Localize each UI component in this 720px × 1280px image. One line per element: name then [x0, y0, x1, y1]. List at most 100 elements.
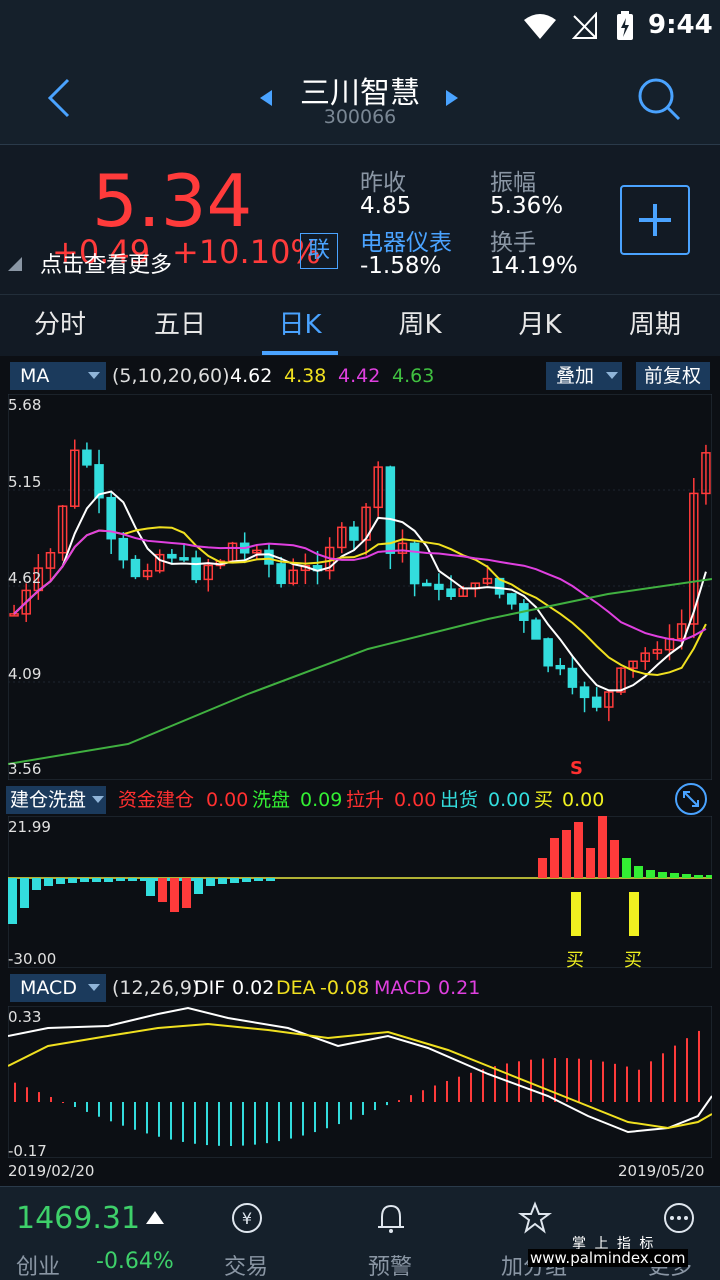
capital-selector[interactable]: 建仓洗盘 — [6, 786, 106, 814]
capital-bar — [266, 878, 275, 881]
candle-body — [167, 553, 177, 559]
back-icon[interactable] — [44, 78, 74, 118]
date-end: 2019/05/20 — [618, 1162, 705, 1180]
overlay-selector[interactable]: 叠加 — [546, 362, 622, 390]
capital-item-value-4: 0.00 — [488, 789, 531, 811]
amplitude-value: 5.36% — [490, 193, 564, 219]
candle-body — [191, 557, 201, 581]
tab-five-day[interactable]: 五日 — [120, 295, 240, 357]
capital-item-label-3: 拉升 — [346, 789, 385, 811]
macd-bar — [662, 1053, 664, 1102]
status-bar: 9:44 — [0, 0, 720, 52]
ma-selector-label: MA — [20, 365, 50, 387]
macd-selector[interactable]: MACD — [10, 974, 106, 1002]
macd-bar — [98, 1102, 100, 1117]
macd-bar — [434, 1085, 436, 1102]
tab-monthly-k[interactable]: 月K — [480, 295, 600, 357]
capital-bar — [598, 816, 607, 878]
macd-bar — [410, 1095, 412, 1102]
capital-bar — [158, 878, 167, 902]
macd-bar — [590, 1059, 592, 1102]
prev-stock-icon[interactable] — [258, 88, 274, 108]
header: 三川智慧 300066 — [0, 52, 720, 144]
tab-weekly-k[interactable]: 周K — [360, 295, 480, 357]
candle-body — [82, 449, 92, 466]
trade-button[interactable]: ¥ 交易 — [196, 1187, 296, 1280]
sector-name[interactable]: 电器仪表 — [360, 223, 452, 257]
index-value[interactable]: 1469.31 — [16, 1201, 140, 1236]
ma-selector[interactable]: MA — [10, 362, 106, 390]
ma60-value: 4.63 — [392, 365, 435, 387]
ma-params: (5,10,20,60) — [112, 365, 230, 387]
macd-bar — [146, 1102, 148, 1134]
capital-bar — [56, 878, 65, 884]
macd-bar — [686, 1038, 688, 1102]
capital-bar — [230, 878, 239, 883]
candle-body — [579, 686, 590, 699]
tab-intraday[interactable]: 分时 — [0, 295, 120, 357]
quote-panel[interactable]: 5.34 +0.49 +10.10% 联 点击查看更多 昨收 4.85 电器仪表… — [0, 144, 720, 294]
capital-bar — [574, 822, 583, 878]
chevron-down-icon — [92, 796, 104, 803]
plus-icon — [639, 204, 671, 236]
macd-bar — [614, 1063, 616, 1102]
adjust-button[interactable]: 前复权 — [636, 362, 710, 390]
macd-bar — [518, 1061, 520, 1102]
expand-icon[interactable] — [674, 782, 708, 816]
candle-body — [130, 558, 141, 578]
candlestick-chart[interactable] — [8, 394, 712, 780]
macd-bar — [374, 1102, 376, 1111]
buy-signal-bar — [629, 892, 639, 936]
trade-icon: ¥ — [232, 1203, 262, 1233]
candle-body — [591, 696, 602, 708]
capital-y-bottom: -30.00 — [8, 950, 57, 968]
macd-bar — [206, 1102, 208, 1146]
buy-label-2: 买 — [624, 950, 642, 971]
macd-bar — [674, 1045, 676, 1102]
capital-bar — [242, 878, 251, 882]
chevron-down-icon — [88, 984, 100, 991]
alert-button[interactable]: 预警 — [340, 1187, 440, 1280]
capital-item-label-5: 买 — [534, 789, 554, 811]
macd-bar — [350, 1102, 352, 1120]
capital-bar — [170, 878, 179, 912]
capital-bar — [116, 878, 125, 881]
capital-bar — [658, 872, 667, 878]
y-tick-3: 4.62 — [8, 569, 42, 587]
candle-body — [567, 667, 578, 688]
macd-bar — [338, 1102, 340, 1125]
more-hint[interactable]: 点击查看更多 — [40, 247, 172, 279]
macd-chart[interactable] — [8, 1006, 712, 1158]
date-start: 2019/02/20 — [8, 1162, 95, 1180]
bottom-bar: 1469.31 创业 -0.64% ¥ 交易 预警 加分组 更多 掌 上 指 标… — [0, 1186, 720, 1280]
macd-label: MACD — [374, 977, 431, 999]
link-tag[interactable]: 联 — [300, 233, 338, 269]
next-stock-icon[interactable] — [444, 88, 460, 108]
capital-flow-chart[interactable] — [8, 816, 712, 968]
search-icon[interactable] — [636, 76, 682, 122]
candle-body — [409, 542, 420, 585]
macd-bar — [602, 1061, 604, 1102]
dea-label: DEA — [276, 977, 316, 999]
overlay-label: 叠加 — [556, 365, 595, 387]
add-watchlist-button[interactable] — [620, 185, 690, 255]
y-tick-top: 5.68 — [8, 396, 42, 414]
macd-bar — [578, 1058, 580, 1102]
tab-period[interactable]: 周期 — [600, 295, 710, 357]
macd-bar — [218, 1102, 220, 1146]
chevron-down-icon — [88, 372, 100, 379]
expand-up-icon[interactable] — [146, 1211, 164, 1225]
macd-bar — [458, 1076, 460, 1102]
capital-bar — [682, 874, 691, 878]
tab-daily-k[interactable]: 日K — [240, 295, 360, 357]
capital-bar — [80, 878, 89, 882]
sector-change: -1.58% — [360, 253, 442, 279]
clock: 9:44 — [648, 10, 713, 40]
capital-bar — [706, 875, 712, 878]
macd-bar — [26, 1087, 28, 1102]
chart-frame — [8, 394, 712, 780]
candle-body — [422, 582, 432, 587]
current-price: 5.34 — [92, 159, 253, 243]
capital-item-value-2: 0.09 — [300, 789, 343, 811]
capital-bar — [694, 875, 703, 878]
